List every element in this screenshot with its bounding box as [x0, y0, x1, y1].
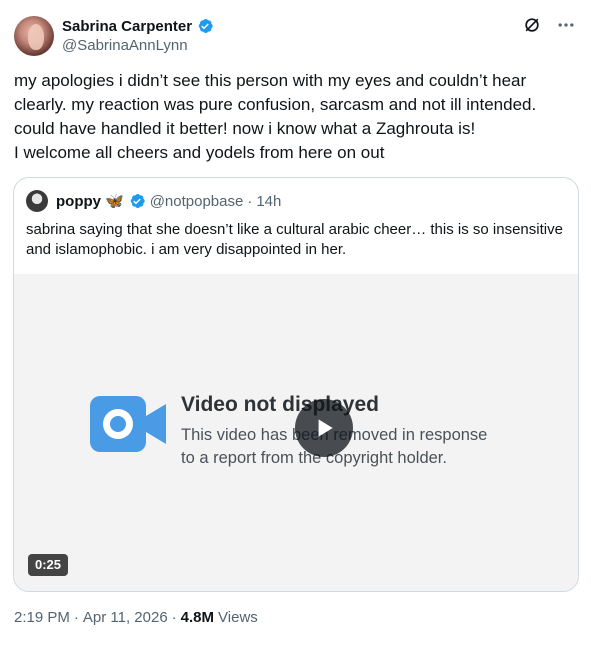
display-name-row: Sabrina Carpenter — [62, 16, 214, 36]
views-count[interactable]: 4.8M — [181, 609, 214, 626]
quote-author-name[interactable]: poppy — [56, 193, 101, 210]
video-duration-badge: 0:25 — [28, 554, 69, 576]
views-label: Views — [218, 609, 258, 626]
play-icon — [318, 419, 333, 437]
header-actions — [521, 14, 577, 36]
quote-verified-badge-icon[interactable] — [128, 192, 146, 210]
quote-separator: · — [247, 192, 253, 210]
more-options-icon[interactable] — [555, 14, 577, 36]
quote-timestamp[interactable]: 14h — [256, 193, 281, 210]
quote-text: sabrina saying that she doesn’t like a c… — [26, 221, 563, 258]
video-camera-icon — [90, 394, 168, 459]
tweet-meta: 2:19 PM · Apr 11, 2026 · 4.8M Views — [14, 609, 258, 626]
tweet-time[interactable]: 2:19 PM — [14, 609, 70, 626]
quote-header: poppy 🦋 @notpopbase · 14h — [26, 190, 281, 212]
tweet-text: my apologies i didn’t see this person wi… — [14, 69, 579, 165]
author-handle[interactable]: @SabrinaAnnLynn — [62, 37, 214, 54]
meta-separator: · — [171, 609, 177, 626]
tweet-header: Sabrina Carpenter @SabrinaAnnLynn — [14, 14, 577, 58]
quote-author-handle[interactable]: @notpopbase — [150, 193, 244, 210]
video-media[interactable]: Video not displayed This video has been … — [14, 274, 578, 591]
author-avatar[interactable] — [14, 16, 54, 56]
verified-badge-icon[interactable] — [196, 17, 214, 35]
author-display-name[interactable]: Sabrina Carpenter — [62, 18, 192, 35]
play-button[interactable] — [295, 399, 353, 457]
tweet-text-line: I welcome all cheers and yodels from her… — [14, 143, 385, 162]
quote-author-avatar[interactable] — [26, 190, 48, 212]
butterfly-emoji-icon: 🦋 — [105, 193, 124, 210]
tweet-date[interactable]: Apr 11, 2026 — [83, 609, 168, 626]
quoted-tweet[interactable]: poppy 🦋 @notpopbase · 14h sabrina saying… — [13, 177, 579, 592]
author-names: Sabrina Carpenter @SabrinaAnnLynn — [62, 16, 214, 54]
tweet-text-line: my apologies i didn’t see this person wi… — [14, 71, 537, 138]
meta-separator: · — [73, 609, 79, 626]
grok-icon[interactable] — [521, 14, 543, 36]
